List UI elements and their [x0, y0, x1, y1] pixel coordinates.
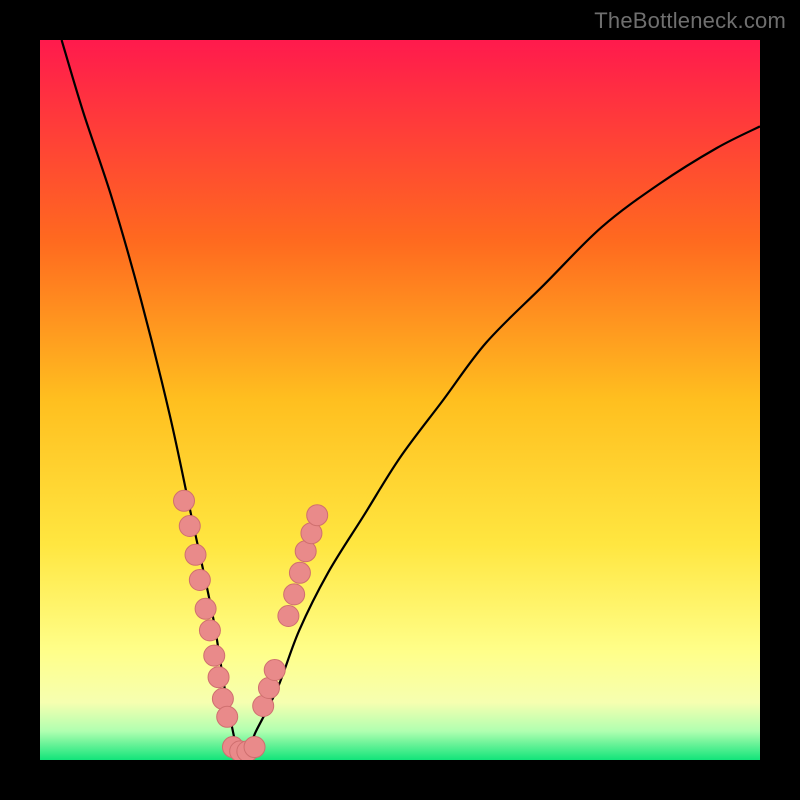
data-marker — [264, 660, 285, 681]
data-marker — [284, 584, 305, 605]
data-marker — [212, 688, 233, 709]
data-marker — [179, 516, 200, 537]
data-marker — [307, 505, 328, 526]
data-marker — [195, 598, 216, 619]
data-marker — [204, 645, 225, 666]
watermark-text: TheBottleneck.com — [594, 8, 786, 34]
data-marker — [217, 706, 238, 727]
outer-frame: TheBottleneck.com — [0, 0, 800, 800]
data-marker — [289, 562, 310, 583]
gradient-background — [40, 40, 760, 760]
plot-area — [40, 40, 760, 760]
data-marker — [189, 570, 210, 591]
chart-svg — [40, 40, 760, 760]
data-marker — [208, 667, 229, 688]
data-marker — [278, 606, 299, 627]
data-marker — [244, 737, 265, 758]
data-marker — [199, 620, 220, 641]
data-marker — [174, 490, 195, 511]
data-marker — [185, 544, 206, 565]
